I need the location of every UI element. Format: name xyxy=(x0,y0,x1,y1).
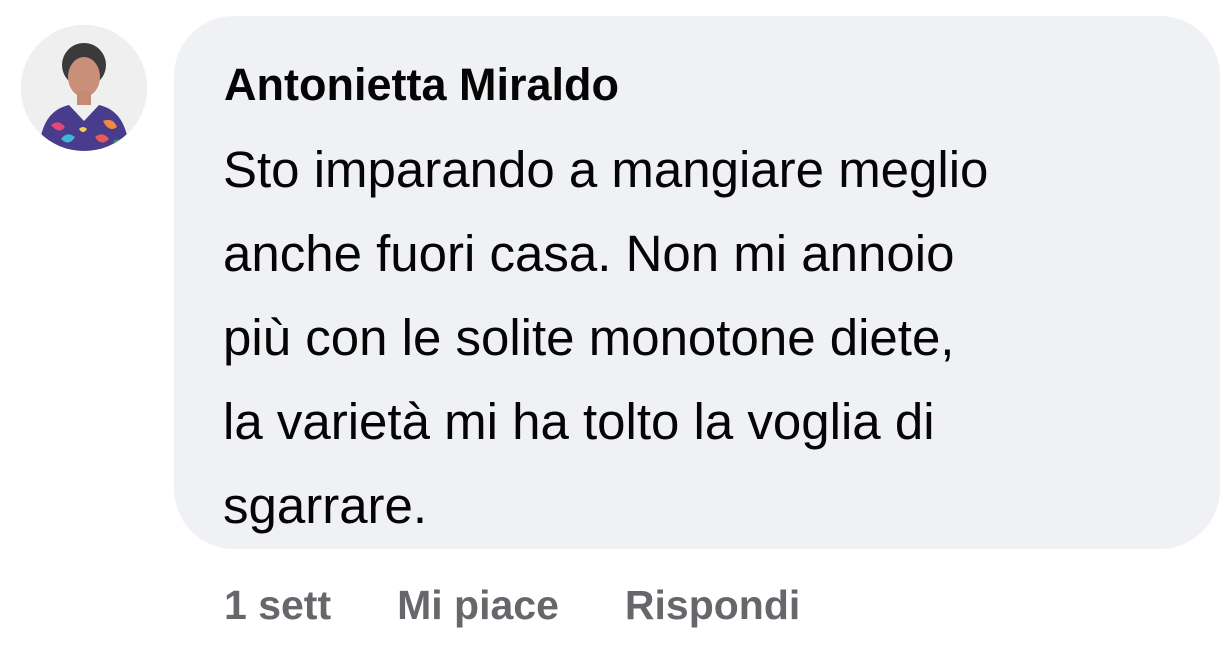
comment-text: Sto imparando a mangiare meglio anche fu… xyxy=(223,128,988,548)
comment-text-line: sgarrare. xyxy=(223,477,428,534)
like-button[interactable]: Mi piace xyxy=(397,575,559,635)
timestamp[interactable]: 1 sett xyxy=(224,575,331,635)
comment-bubble: Antonietta Miraldo Sto imparando a mangi… xyxy=(174,16,1220,549)
comment-text-line: più con le solite monotone diete, xyxy=(223,309,955,366)
comment-actions: 1 sett Mi piace Rispondi xyxy=(224,575,800,635)
author-name[interactable]: Antonietta Miraldo xyxy=(224,59,619,111)
comment-text-line: anche fuori casa. Non mi annoio xyxy=(223,225,955,282)
comment: Antonietta Miraldo Sto imparando a mangi… xyxy=(0,0,1226,668)
profile-photo-icon xyxy=(21,25,147,151)
reply-button[interactable]: Rispondi xyxy=(625,575,800,635)
comment-text-line: la varietà mi ha tolto la voglia di xyxy=(223,393,935,450)
author-avatar[interactable] xyxy=(21,25,147,151)
comment-text-line: Sto imparando a mangiare meglio xyxy=(223,141,989,198)
